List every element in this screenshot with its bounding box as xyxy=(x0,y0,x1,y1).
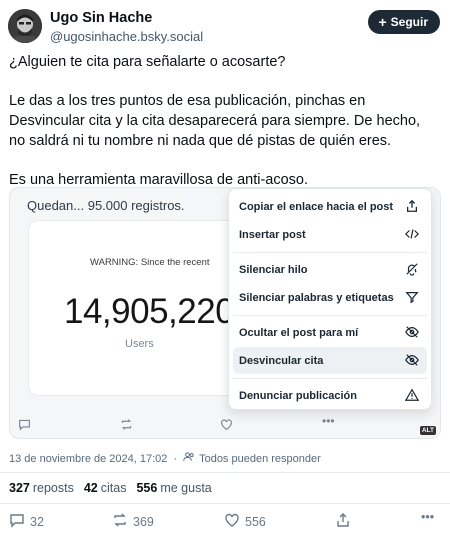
reply-button[interactable]: 32 xyxy=(9,512,44,531)
menu-item-report-post[interactable]: Denunciar publicación xyxy=(233,382,427,409)
embedded-image[interactable]: Quedan... 95.000 registros. WARNING: Sin… xyxy=(9,187,441,439)
menu-item-hide-post[interactable]: Ocultar el post para mí xyxy=(233,319,427,346)
post-meta: 13 de noviembre de 2024, 17:02 · Todos p… xyxy=(9,451,321,466)
divider xyxy=(0,472,450,473)
users-label: Users xyxy=(125,338,154,350)
plus-icon: + xyxy=(378,14,387,30)
warning-icon xyxy=(404,388,420,402)
post-paragraph: ¿Alguien te cita para señalarte o acosar… xyxy=(9,54,286,70)
post-text: ¿Alguien te cita para señalarte o acosar… xyxy=(9,52,439,190)
context-menu: Copiar el enlace hacia el post Insertar … xyxy=(228,188,432,410)
repost-icon xyxy=(120,418,133,434)
menu-divider xyxy=(233,378,427,379)
filter-icon xyxy=(405,290,419,304)
code-icon xyxy=(405,227,419,241)
follow-button[interactable]: + Seguir xyxy=(368,10,440,34)
more-icon: ••• xyxy=(421,510,435,524)
likes-stat[interactable]: 556 me gusta xyxy=(136,481,211,495)
follow-label: Seguir xyxy=(390,15,428,29)
avatar[interactable] xyxy=(8,9,42,43)
user-count: 14,905,220 xyxy=(64,292,235,331)
share-button[interactable] xyxy=(335,512,351,531)
menu-item-detach-quote[interactable]: Desvincular cita xyxy=(233,347,427,374)
quotes-stat[interactable]: 42 citas xyxy=(84,481,127,495)
more-options-button[interactable]: ••• xyxy=(421,510,434,524)
repost-count: 369 xyxy=(133,514,154,529)
eye-off-icon xyxy=(405,353,419,367)
menu-item-mute-words[interactable]: Silenciar palabras y etiquetas xyxy=(233,284,427,311)
heart-icon xyxy=(220,418,233,434)
menu-item-label: Copiar el enlace hacia el post xyxy=(239,200,394,213)
reply-setting[interactable]: Todos pueden responder xyxy=(199,453,321,465)
bell-off-icon xyxy=(405,262,419,276)
like-button[interactable]: 556 xyxy=(224,512,266,531)
reply-icon xyxy=(9,512,25,531)
share-icon xyxy=(405,199,419,213)
menu-divider xyxy=(233,315,427,316)
embedded-screenshot: Quedan... 95.000 registros. WARNING: Sin… xyxy=(10,188,440,438)
menu-item-label: Insertar post xyxy=(239,228,306,241)
share-icon xyxy=(335,512,351,531)
warning-text: WARNING: Since the recent xyxy=(90,257,210,268)
people-icon xyxy=(183,451,195,466)
like-count: 556 xyxy=(245,514,266,529)
embedded-action-bar: ••• xyxy=(10,414,440,438)
eye-off-icon xyxy=(405,325,419,339)
menu-item-embed-post[interactable]: Insertar post xyxy=(233,221,427,248)
more-icon: ••• xyxy=(322,414,335,428)
menu-item-label: Silenciar palabras y etiquetas xyxy=(239,291,394,304)
menu-item-label: Desvincular cita xyxy=(239,354,324,367)
handle[interactable]: @ugosinhache.bsky.social xyxy=(50,29,203,44)
heart-icon xyxy=(224,512,240,531)
reply-icon xyxy=(18,418,31,434)
timestamp: 13 de noviembre de 2024, 17:02 xyxy=(9,452,168,465)
post-header: Ugo Sin Hache @ugosinhache.bsky.social +… xyxy=(8,8,440,48)
post-stats: 327 reposts 42 citas 556 me gusta xyxy=(9,481,212,495)
reposts-stat[interactable]: 327 reposts xyxy=(9,481,74,495)
menu-item-label: Silenciar hilo xyxy=(239,263,308,276)
action-bar: 32 369 556 ••• xyxy=(0,510,450,532)
menu-item-label: Denunciar publicación xyxy=(239,389,357,402)
menu-divider xyxy=(233,252,427,253)
divider xyxy=(0,503,450,504)
menu-item-label: Ocultar el post para mí xyxy=(239,326,359,339)
menu-item-mute-thread[interactable]: Silenciar hilo xyxy=(233,256,427,283)
quedan-text: Quedan... 95.000 registros. xyxy=(27,198,185,213)
repost-button[interactable]: 369 xyxy=(112,512,154,531)
menu-item-copy-link[interactable]: Copiar el enlace hacia el post xyxy=(233,193,427,220)
repost-icon xyxy=(112,512,128,531)
display-name[interactable]: Ugo Sin Hache xyxy=(50,10,152,26)
alt-badge[interactable]: ALT xyxy=(419,426,436,435)
post-paragraph: Le das a los tres puntos de esa publicac… xyxy=(9,93,421,149)
separator-dot: · xyxy=(173,452,178,465)
reply-count: 32 xyxy=(30,514,44,529)
